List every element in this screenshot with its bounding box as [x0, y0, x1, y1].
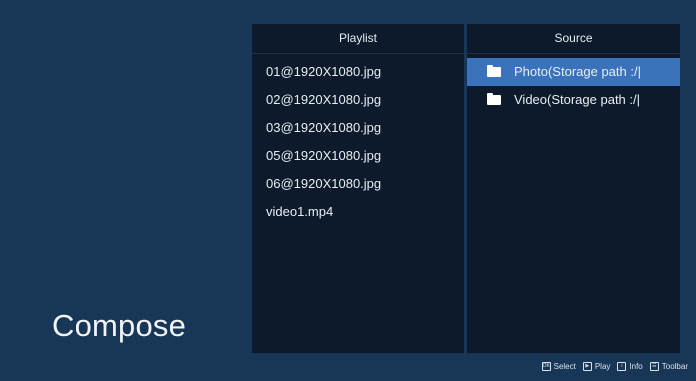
- playlist-item[interactable]: 02@1920X1080.jpg: [252, 86, 464, 114]
- source-item-label: Video(Storage path :/|: [514, 92, 641, 107]
- source-header: Source: [467, 24, 680, 54]
- playlist-item[interactable]: 03@1920X1080.jpg: [252, 114, 464, 142]
- playlist-item[interactable]: video1.mp4: [252, 198, 464, 226]
- playlist-header: Playlist: [252, 24, 464, 54]
- playlist-item[interactable]: 05@1920X1080.jpg: [252, 142, 464, 170]
- hint-info-label: Info: [629, 362, 643, 371]
- source-panel: Source Photo(Storage path :/| Video(Stor…: [467, 24, 680, 353]
- playlist-item[interactable]: 01@1920X1080.jpg: [252, 58, 464, 86]
- playlist-panel: Playlist 01@1920X1080.jpg 02@1920X1080.j…: [252, 24, 464, 353]
- hint-select-label: Select: [553, 362, 576, 371]
- screen-title: Compose: [52, 308, 187, 343]
- play-icon: ▶: [582, 362, 592, 371]
- folder-icon: [487, 93, 501, 105]
- source-item-video[interactable]: Video(Storage path :/|: [467, 86, 680, 114]
- playlist-item[interactable]: 06@1920X1080.jpg: [252, 170, 464, 198]
- source-item-label: Photo(Storage path :/|: [514, 64, 641, 79]
- info-icon: i: [617, 362, 627, 371]
- hint-play-label: Play: [594, 362, 611, 371]
- toolbar-icon: ☰: [649, 362, 659, 371]
- source-item-photo[interactable]: Photo(Storage path :/|: [467, 58, 680, 86]
- folder-icon: [487, 65, 501, 77]
- key-hints-bar: OK Select ▶ Play i Info ☰ Toolbar: [540, 362, 690, 371]
- ok-icon: OK: [541, 362, 551, 371]
- hint-toolbar-label: Toolbar: [661, 362, 688, 371]
